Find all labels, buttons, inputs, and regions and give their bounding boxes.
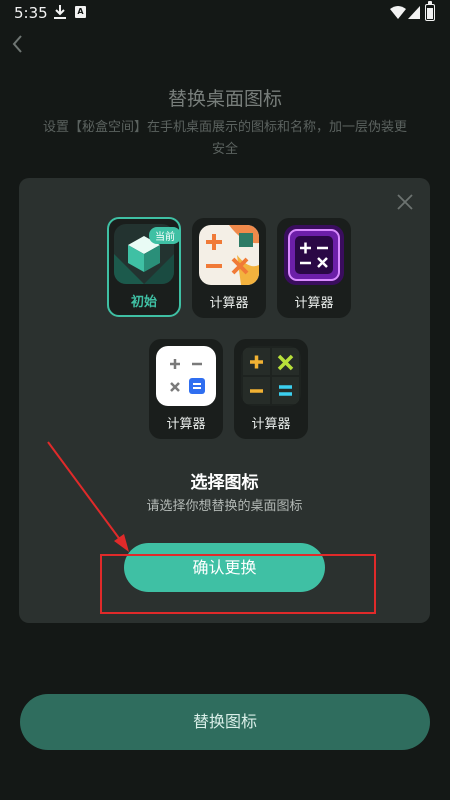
icon-option-calculator-dark[interactable]: 计算器 [234,339,308,439]
icon-option-label: 计算器 [209,296,249,311]
icon-option-calculator-orange[interactable]: 计算器 [192,218,266,318]
calculator-icon [199,225,259,285]
calculator-icon [284,225,344,285]
replace-icon-button[interactable]: 替换图标 [20,694,430,750]
battery-icon [425,1,435,21]
dialog-subtitle: 请选择你想替换的桌面图标 [146,499,303,514]
icon-option-default[interactable]: 当前 初始 [107,217,181,317]
icon-option-label: 计算器 [251,417,291,432]
download-icon [54,5,66,19]
icon-option-label: 计算器 [294,296,334,311]
icon-option-label: 初始 [130,295,157,310]
icon-option-calculator-purple[interactable]: 计算器 [277,218,351,318]
annotation-highlight-box [100,554,376,614]
status-bar: 5:35 A [0,0,450,26]
current-badge: 当前 [149,227,181,244]
back-button[interactable] [6,32,30,56]
close-icon[interactable] [397,194,413,210]
calculator-icon [241,346,301,406]
icon-option-calculator-white[interactable]: 计算器 [149,339,223,439]
calculator-icon [156,346,216,406]
icon-option-label: 计算器 [166,417,206,432]
page-description: 设置【秘盒空间】在手机桌面展示的图标和名称，加一层伪装更安全 [42,120,407,157]
wifi-icon [390,6,406,19]
signal-icon [408,6,420,19]
status-time: 5:35 [14,4,48,22]
page-title: 替换桌面图标 [167,88,282,110]
app-notification-icon: A [75,6,86,18]
dialog-title: 选择图标 [190,473,259,493]
